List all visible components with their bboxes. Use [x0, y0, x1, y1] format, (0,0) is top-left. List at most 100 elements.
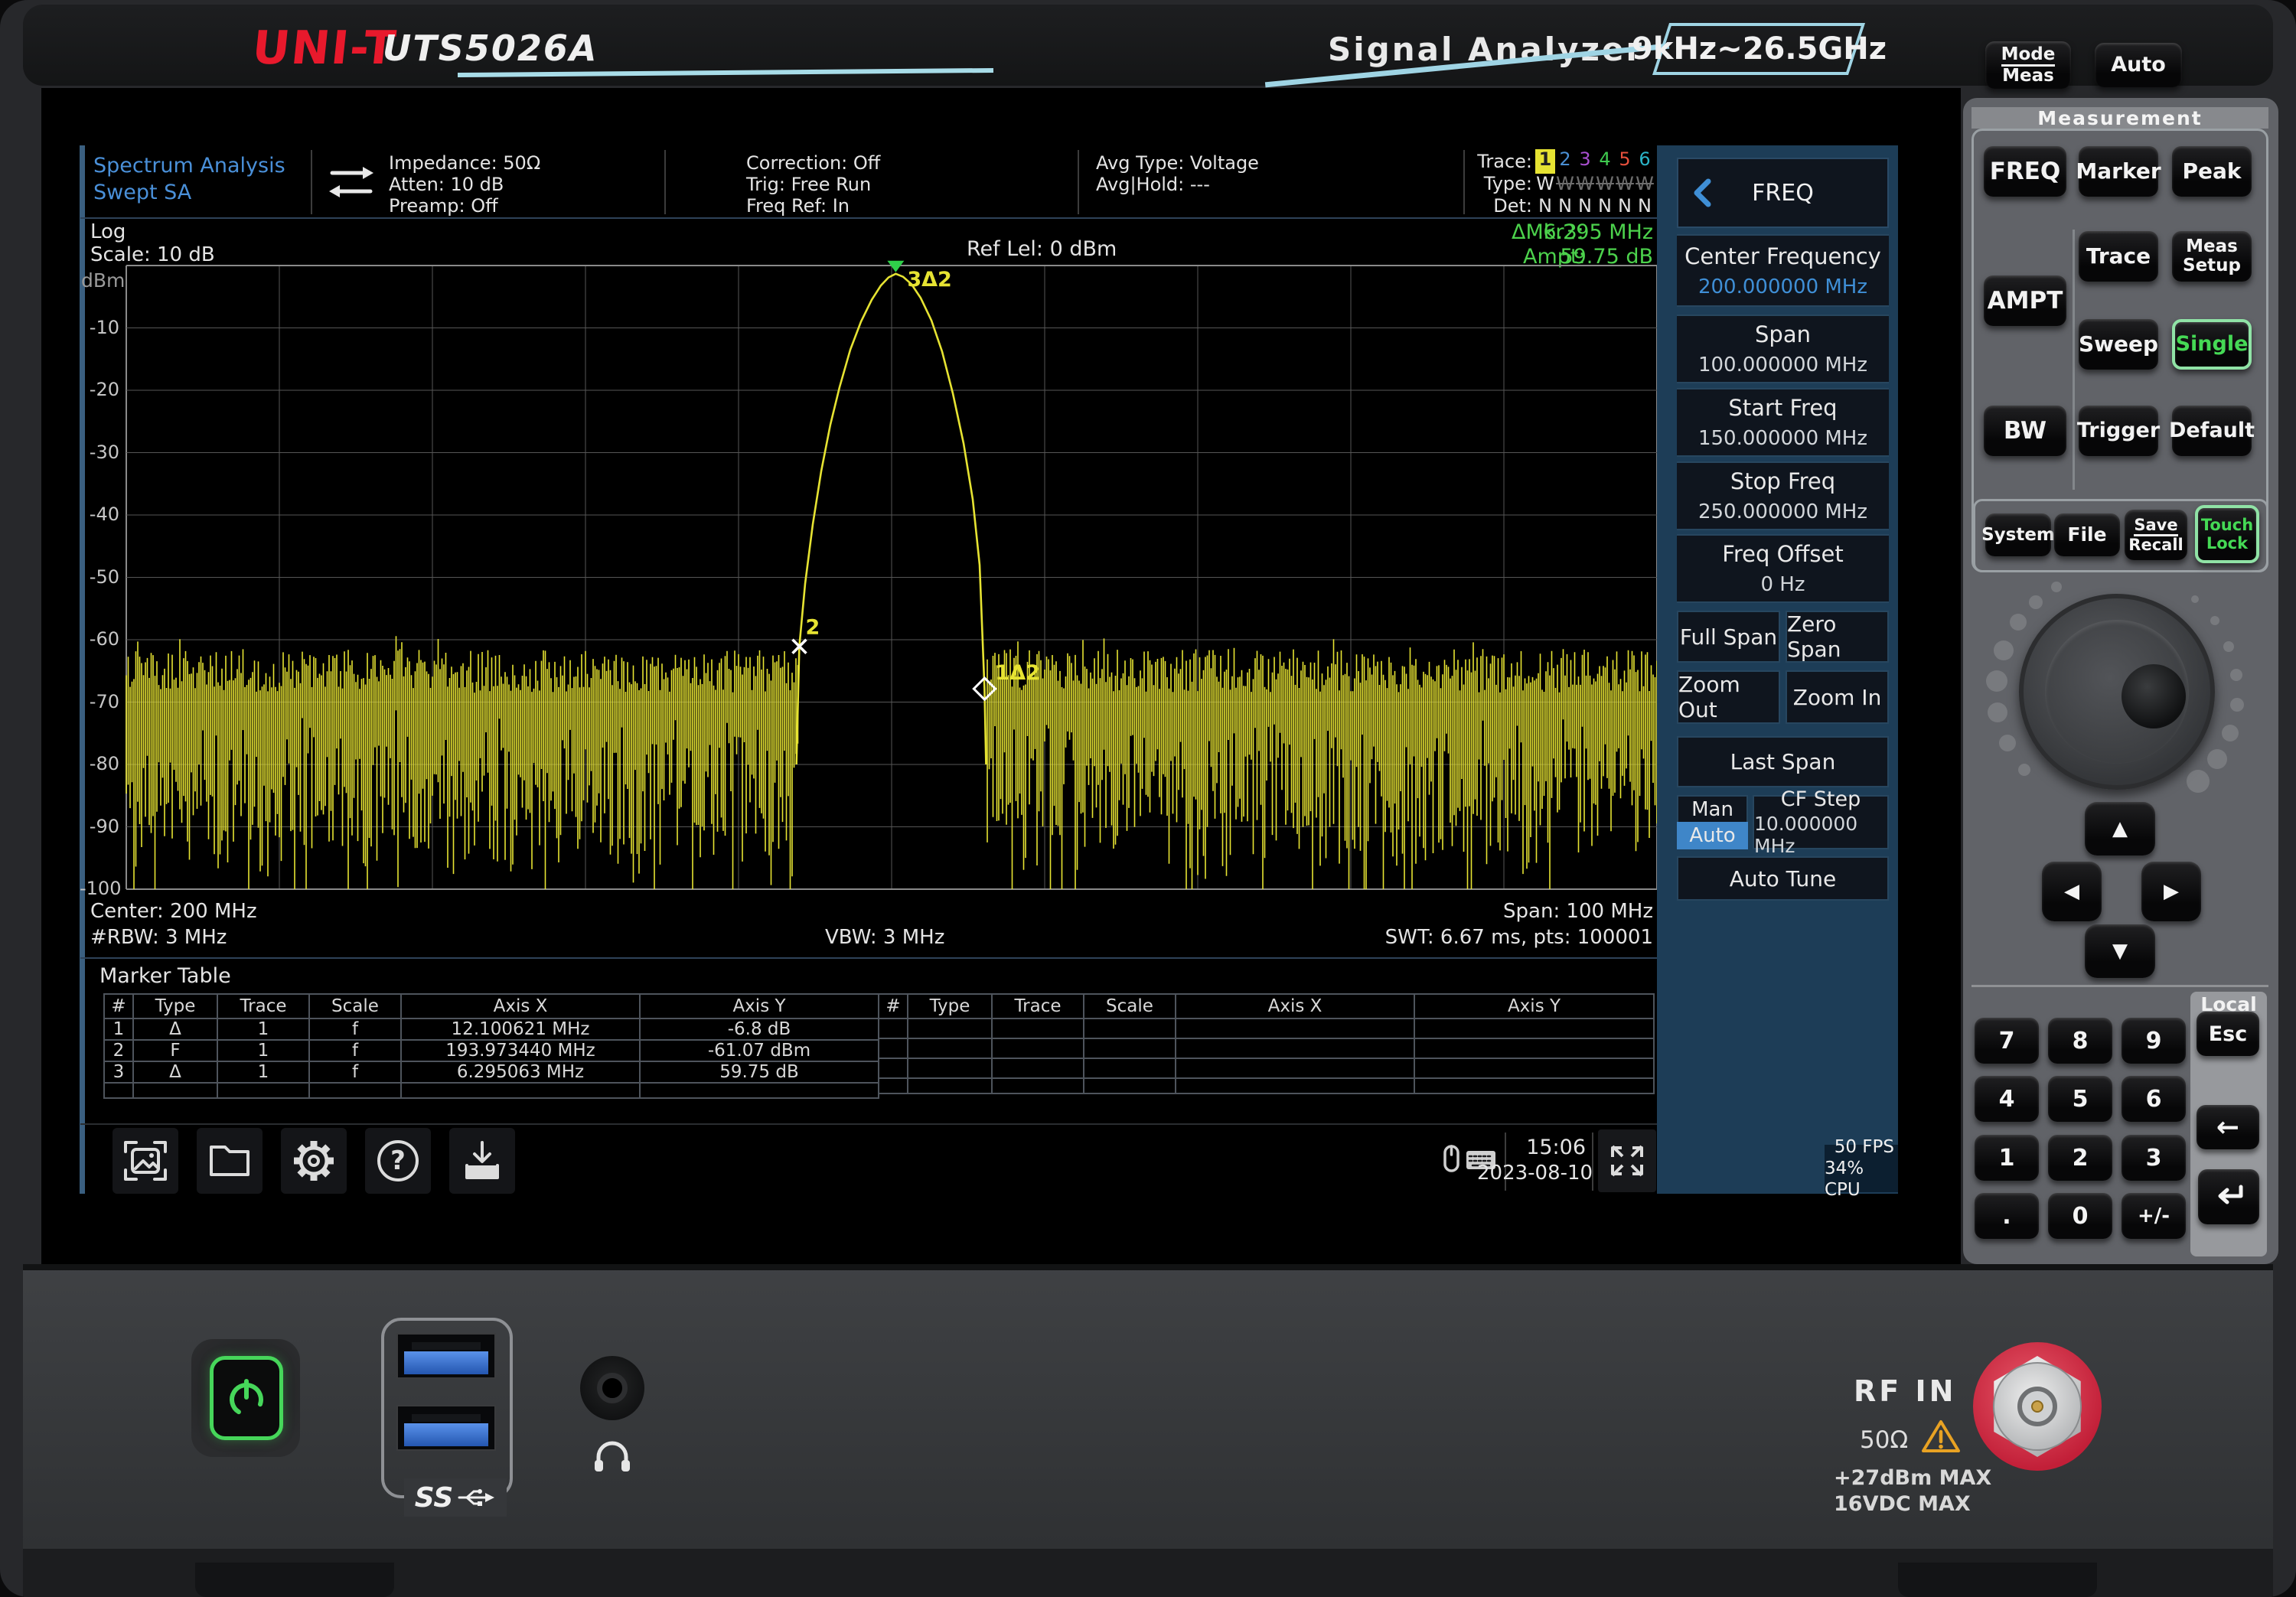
correction-status: Correction: Off [746, 153, 880, 174]
cf-step-button[interactable]: CF Step 10.000000 MHz [1753, 795, 1889, 849]
cf-step-man-toggle[interactable]: Man [1677, 795, 1748, 822]
key-3[interactable]: 3 [2122, 1135, 2186, 1181]
menu-item-start-freq[interactable]: Start Freq 150.000000 MHz [1677, 388, 1889, 457]
spectrum-plot[interactable]: 1Δ223Δ2 [126, 266, 1657, 889]
trace-hardkey[interactable]: Trace [2079, 231, 2158, 282]
menu-item-stop-freq[interactable]: Stop Freq 250.000000 MHz [1677, 461, 1889, 530]
trace-numbers-row[interactable]: 1 2 3 4 5 6 [1535, 149, 1655, 174]
usb-ss-logo: SS [404, 1478, 507, 1517]
y-unit-label: dBm [81, 269, 125, 292]
knob-dimple [2122, 664, 2186, 728]
svg-text:1Δ2: 1Δ2 [995, 661, 1039, 685]
download-icon [458, 1136, 507, 1185]
ref-level-readout[interactable]: Ref Lel: 0 dBm [967, 239, 1117, 259]
sweep-hardkey[interactable]: Sweep [2079, 319, 2158, 370]
settings-button[interactable] [281, 1128, 347, 1194]
model-number: UTS5026A [383, 28, 598, 69]
screenshot-button[interactable] [113, 1128, 178, 1194]
default-hardkey[interactable]: Default [2172, 406, 2252, 456]
trace-det-label: Det: [1471, 196, 1532, 217]
esc-key[interactable]: Esc [2197, 1012, 2259, 1056]
file-manager-button[interactable] [197, 1128, 263, 1194]
backspace-key[interactable]: ← [2197, 1105, 2259, 1149]
marker-row-1[interactable]: 1Δ1 f12.100621 MHz-6.8 dB [104, 1018, 879, 1040]
center-freq-annotation: Center: 200 MHz [90, 901, 257, 922]
key-1[interactable]: 1 [1975, 1135, 2039, 1181]
knob-dot [2230, 698, 2244, 712]
key-8[interactable]: 8 [2048, 1018, 2112, 1064]
y-tick-label: -80 [80, 753, 119, 774]
meas-setup-hardkey[interactable]: MeasSetup [2172, 231, 2252, 282]
continuous-sweep-icon[interactable] [321, 161, 381, 207]
save-button[interactable] [449, 1128, 515, 1194]
marker-row-empty [104, 1083, 879, 1098]
touch-lock-hardkey[interactable]: Touch Lock [2195, 505, 2259, 563]
knob-dot [1994, 640, 2014, 660]
clock-date: 2023-08-10 [1477, 1163, 1586, 1184]
y-tick-label: -20 [80, 379, 119, 400]
back-chevron-icon[interactable] [1692, 178, 1712, 208]
last-span-button[interactable]: Last Span [1677, 736, 1889, 787]
peak-hardkey[interactable]: Peak [2172, 146, 2252, 197]
key-2[interactable]: 2 [2048, 1135, 2112, 1181]
full-span-button[interactable]: Full Span [1677, 611, 1780, 663]
arrow-left-key[interactable]: ◀ [2042, 862, 2102, 921]
ampt-hardkey[interactable]: AMPT [1984, 275, 2066, 326]
swt-annotation: SWT: 6.67 ms, pts: 100001 [1347, 927, 1653, 948]
key-4[interactable]: 4 [1975, 1076, 2039, 1122]
mode-meas-button[interactable]: Mode Meas [1985, 41, 2071, 89]
menu-item-freq-offset[interactable]: Freq Offset 0 Hz [1677, 534, 1889, 603]
menu-header[interactable]: FREQ [1677, 158, 1889, 228]
trigger-status: Trig: Free Run [746, 174, 871, 195]
key-plus-minus[interactable]: +/- [2122, 1193, 2186, 1239]
screen-left-strip [80, 145, 85, 1194]
arrow-down-key[interactable]: ▼ [2085, 924, 2155, 978]
marker-row-2[interactable]: 2F1 f193.973440 MHz-61.07 dBm [104, 1040, 879, 1061]
arrow-up-key[interactable]: ▲ [2085, 802, 2155, 856]
auto-button-top[interactable]: Auto [2095, 43, 2182, 87]
zoom-in-button[interactable]: Zoom In [1786, 670, 1889, 724]
rotary-knob[interactable] [2019, 594, 2215, 790]
marker-hardkey[interactable]: Marker [2079, 146, 2158, 197]
key-9[interactable]: 9 [2122, 1018, 2186, 1064]
menu-title: FREQ [1752, 180, 1814, 207]
svg-text:2: 2 [805, 616, 820, 640]
menu-item-span[interactable]: Span 100.000000 MHz [1677, 315, 1889, 383]
menu-item-center-frequency[interactable]: Center Frequency 200.000000 MHz [1677, 234, 1889, 307]
freq-range-text: 9kHz~26.5GHz [1632, 31, 1887, 67]
y-tick-label: -10 [80, 317, 119, 338]
enter-key[interactable] [2198, 1169, 2259, 1224]
delta-marker-value: 6.295 MHz [1500, 222, 1653, 243]
y-tick-label: -50 [80, 566, 119, 588]
freq-hardkey[interactable]: FREQ [1984, 146, 2066, 197]
key-7[interactable]: 7 [1975, 1018, 2039, 1064]
trigger-hardkey[interactable]: Trigger [2079, 406, 2158, 456]
arrow-right-key[interactable]: ▶ [2141, 862, 2201, 921]
measurement-section-label: Measurement [2037, 107, 2202, 129]
y-tick-label: -90 [80, 816, 119, 837]
zoom-out-button[interactable]: Zoom Out [1677, 670, 1780, 724]
system-hardkey[interactable]: System [1985, 513, 2051, 556]
power-button[interactable] [210, 1356, 283, 1440]
rf-connector [1973, 1342, 2102, 1471]
file-hardkey[interactable]: File [2054, 513, 2120, 556]
key-6[interactable]: 6 [2122, 1076, 2186, 1122]
log-label: Log [90, 222, 126, 243]
scale-label: Scale: 10 dB [90, 245, 215, 266]
cf-step-auto-toggle[interactable]: Auto [1677, 822, 1748, 849]
marker-row-3[interactable]: 3Δ1 f6.295063 MHz59.75 dB [104, 1061, 879, 1083]
key-0[interactable]: 0 [2048, 1193, 2112, 1239]
mode-title-line1[interactable]: Spectrum Analysis [93, 155, 285, 176]
auto-tune-button[interactable]: Auto Tune [1677, 856, 1889, 901]
save-recall-hardkey[interactable]: Save Recall [2125, 510, 2187, 560]
enter-icon [2212, 1182, 2245, 1211]
key-dot[interactable]: . [1975, 1193, 2039, 1239]
fullscreen-button[interactable] [1598, 1129, 1656, 1192]
help-button[interactable]: ? [365, 1128, 431, 1194]
single-hardkey[interactable]: Single [2172, 319, 2252, 370]
rf-in-label: RF IN [1854, 1374, 1956, 1408]
mode-title-line2[interactable]: Swept SA [93, 182, 191, 203]
zero-span-button[interactable]: Zero Span [1786, 611, 1889, 663]
bw-hardkey[interactable]: BW [1984, 406, 2066, 456]
key-5[interactable]: 5 [2048, 1076, 2112, 1122]
